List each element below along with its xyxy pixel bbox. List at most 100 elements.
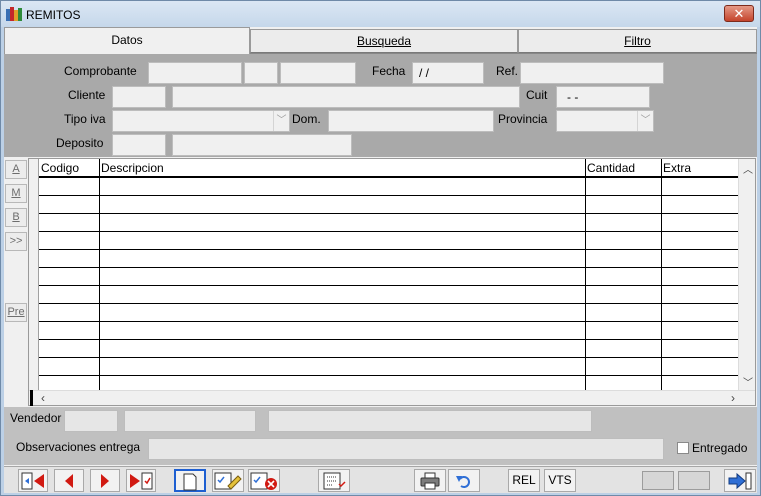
vts-button[interactable]: VTS <box>544 469 576 492</box>
provincia-label: Provincia <box>498 112 548 126</box>
status-box-2 <box>678 471 710 490</box>
new-document-icon <box>183 473 197 491</box>
row-cursor <box>30 390 33 406</box>
col-codigo[interactable]: Codigo <box>41 161 79 175</box>
first-record-icon <box>21 472 44 490</box>
close-button[interactable]: ✕ <box>724 5 754 22</box>
edit-icon <box>214 472 242 490</box>
grid-row-line <box>39 285 739 286</box>
deposito-label: Deposito <box>56 136 104 150</box>
precio-button[interactable]: Pre <box>5 303 27 322</box>
grid-row-line <box>39 267 739 268</box>
title-bar: REMITOS ✕ <box>1 1 760 27</box>
chevron-down-icon[interactable]: ﹀ <box>637 111 653 131</box>
print-icon <box>420 472 440 490</box>
vendedor-code-field[interactable] <box>64 410 118 432</box>
observaciones-label: Observaciones entrega <box>16 440 141 454</box>
entregado-checkbox[interactable] <box>677 442 689 454</box>
last-record-button[interactable] <box>126 469 156 492</box>
list-button[interactable] <box>318 469 350 492</box>
last-record-icon <box>130 472 153 490</box>
horizontal-scrollbar[interactable]: ‹ › <box>29 390 755 405</box>
tab-datos[interactable]: Datos <box>4 27 250 54</box>
exit-button[interactable] <box>724 469 756 492</box>
comprobante-letter-field[interactable] <box>244 62 278 84</box>
scroll-down-icon[interactable]: ﹀ <box>743 374 753 389</box>
ref-field[interactable] <box>520 62 664 84</box>
client-area: Datos Busqueda Filtro Comprobante Fecha … <box>4 27 757 493</box>
grid-header: Codigo Descripcion Cantidad Extra <box>39 159 739 177</box>
footer-form: Vendedor Observaciones entrega Entregado <box>4 407 757 465</box>
col-descripcion[interactable]: Descripcion <box>101 161 164 175</box>
vendedor-name-field[interactable] <box>124 410 256 432</box>
grid-row-line <box>39 249 739 250</box>
prev-record-button[interactable] <box>54 469 84 492</box>
scroll-left-icon[interactable]: ‹ <box>41 391 45 405</box>
chevron-down-icon[interactable]: ﹀ <box>273 111 289 131</box>
alta-button[interactable]: A <box>5 160 27 179</box>
window-title: REMITOS <box>26 8 81 22</box>
tipo-iva-label: Tipo iva <box>64 112 106 126</box>
cliente-name-field[interactable] <box>172 86 520 108</box>
dom-label: Dom. <box>292 112 321 126</box>
fecha-field[interactable]: / / <box>412 62 484 84</box>
exit-icon <box>728 472 752 490</box>
cuit-label: Cuit <box>526 88 548 102</box>
tipo-iva-combo[interactable]: ﹀ <box>112 110 290 132</box>
col-extra[interactable]: Extra <box>663 161 691 175</box>
print-button[interactable] <box>414 469 446 492</box>
cuit-field[interactable]: - - <box>556 86 650 108</box>
observaciones-field[interactable] <box>148 438 664 460</box>
header-form: Comprobante Fecha / / Ref. Cliente Cuit … <box>4 53 757 157</box>
toolbar: REL VTS <box>4 466 757 493</box>
rel-button[interactable]: REL <box>508 469 540 492</box>
row-header-column <box>29 159 39 391</box>
comprobante-label: Comprobante <box>64 64 137 78</box>
scroll-up-icon[interactable]: ︿ <box>743 161 753 176</box>
modificar-button[interactable]: M <box>5 184 27 203</box>
deposito-name-field[interactable] <box>172 134 352 156</box>
prev-record-icon <box>65 474 73 488</box>
grid-column-line <box>585 159 586 391</box>
tab-busqueda[interactable]: Busqueda <box>250 29 518 53</box>
delete-button[interactable] <box>248 469 280 492</box>
vendedor-label: Vendedor <box>10 411 62 425</box>
new-document-button[interactable] <box>174 469 206 492</box>
more-button[interactable]: >> <box>5 232 27 251</box>
provincia-combo[interactable]: ﹀ <box>556 110 654 132</box>
cliente-code-field[interactable] <box>112 86 166 108</box>
list-icon <box>323 472 346 490</box>
next-record-icon <box>101 474 109 488</box>
grid-column-line <box>99 159 100 391</box>
domicilio-field[interactable] <box>328 110 494 132</box>
app-books-icon <box>6 7 22 21</box>
fecha-label: Fecha <box>372 64 406 78</box>
vertical-scrollbar[interactable]: ︿ ﹀ <box>738 159 755 391</box>
next-record-button[interactable] <box>90 469 120 492</box>
deposito-code-field[interactable] <box>112 134 166 156</box>
grid-row-line <box>39 213 739 214</box>
comprobante-type-field[interactable] <box>148 62 242 84</box>
baja-button[interactable]: B <box>5 208 27 227</box>
grid-row-line <box>39 321 739 322</box>
edit-button[interactable] <box>212 469 244 492</box>
grid-row-line <box>39 195 739 196</box>
delete-icon <box>250 472 277 490</box>
tab-filtro[interactable]: Filtro <box>518 29 757 53</box>
grid-row-line <box>39 303 739 304</box>
tab-strip: Datos Busqueda Filtro <box>4 27 757 54</box>
ref-label: Ref. <box>496 64 519 78</box>
first-record-button[interactable] <box>18 469 48 492</box>
comprobante-number-field[interactable] <box>280 62 356 84</box>
items-grid[interactable]: Codigo Descripcion Cantidad Extra ︿ ﹀ ‹ … <box>28 158 756 406</box>
grid-row-line <box>39 231 739 232</box>
grid-row-line <box>39 357 739 358</box>
remitos-window: REMITOS ✕ Datos Busqueda Filtro Comproba… <box>0 0 761 496</box>
vendedor-extra-field[interactable] <box>268 410 592 432</box>
col-cantidad[interactable]: Cantidad <box>587 161 635 175</box>
cliente-label: Cliente <box>68 88 106 102</box>
undo-button[interactable] <box>448 469 480 492</box>
grid-row-line <box>39 375 739 376</box>
grid-row-line <box>39 339 739 340</box>
scroll-right-icon[interactable]: › <box>731 391 735 405</box>
